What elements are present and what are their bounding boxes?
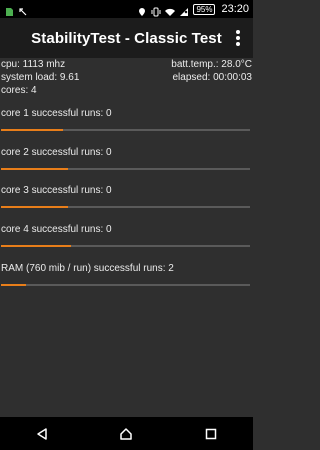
core-1-label: core 1 successful runs: 0 [1,108,112,119]
back-icon[interactable] [32,424,52,444]
core-4-progress-fill [1,245,71,247]
battery-indicator: 95% [193,3,216,15]
core-3-progress-fill [1,206,69,208]
core-3-label: core 3 successful runs: 0 [1,185,112,196]
status-bar: 95% 23:20 [0,0,253,18]
elapsed-time: elapsed: 00:00:03 [172,72,252,83]
system-info: cpu: 1113 mhz batt.temp.: 28.0°C system … [0,58,253,97]
cpu-frequency: cpu: 1113 mhz [1,59,66,70]
core-2-progress [1,168,250,170]
home-icon[interactable] [116,424,136,444]
core-1-section: core 1 successful runs: 0 [0,108,253,131]
vibrate-icon [151,4,161,17]
overflow-menu-icon[interactable] [235,30,241,46]
info-row-1: cpu: 1113 mhz batt.temp.: 28.0°C [0,58,253,71]
core-4-section: core 4 successful runs: 0 [0,224,253,247]
app-bar: StabilityTest - Classic Test [0,18,253,58]
system-load: system load: 9.61 [1,72,80,83]
core-1-progress-fill [1,129,64,131]
ram-label: RAM (760 mib / run) successful runs: 2 [1,263,174,274]
data-transfer-icon [18,4,28,16]
core-count: cores: 4 [1,85,37,96]
app-title: StabilityTest - Classic Test [31,29,222,47]
location-icon [137,4,147,16]
core-4-label: core 4 successful runs: 0 [1,224,112,235]
core-3-section: core 3 successful runs: 0 [0,185,253,208]
core-1-progress [1,129,250,131]
recents-icon[interactable] [201,424,221,444]
status-bar-right: 95% 23:20 [137,3,249,17]
navigation-bar [0,417,253,450]
clock: 23:20 [221,3,249,15]
no-sim-icon [179,4,189,16]
battery-temperature: batt.temp.: 28.0°C [171,59,252,70]
core-2-section: core 2 successful runs: 0 [0,147,253,170]
info-row-3: cores: 4 [0,84,253,97]
ram-progress-fill [1,284,26,286]
core-2-progress-fill [1,168,69,170]
wifi-icon [165,4,176,16]
core-3-progress [1,206,250,208]
ram-progress [1,284,250,286]
status-bar-left [4,4,28,16]
sd-card-icon [4,4,14,16]
ram-section: RAM (760 mib / run) successful runs: 2 [0,263,253,286]
info-row-2: system load: 9.61 elapsed: 00:00:03 [0,71,253,84]
core-2-label: core 2 successful runs: 0 [1,147,112,158]
core-4-progress [1,245,250,247]
